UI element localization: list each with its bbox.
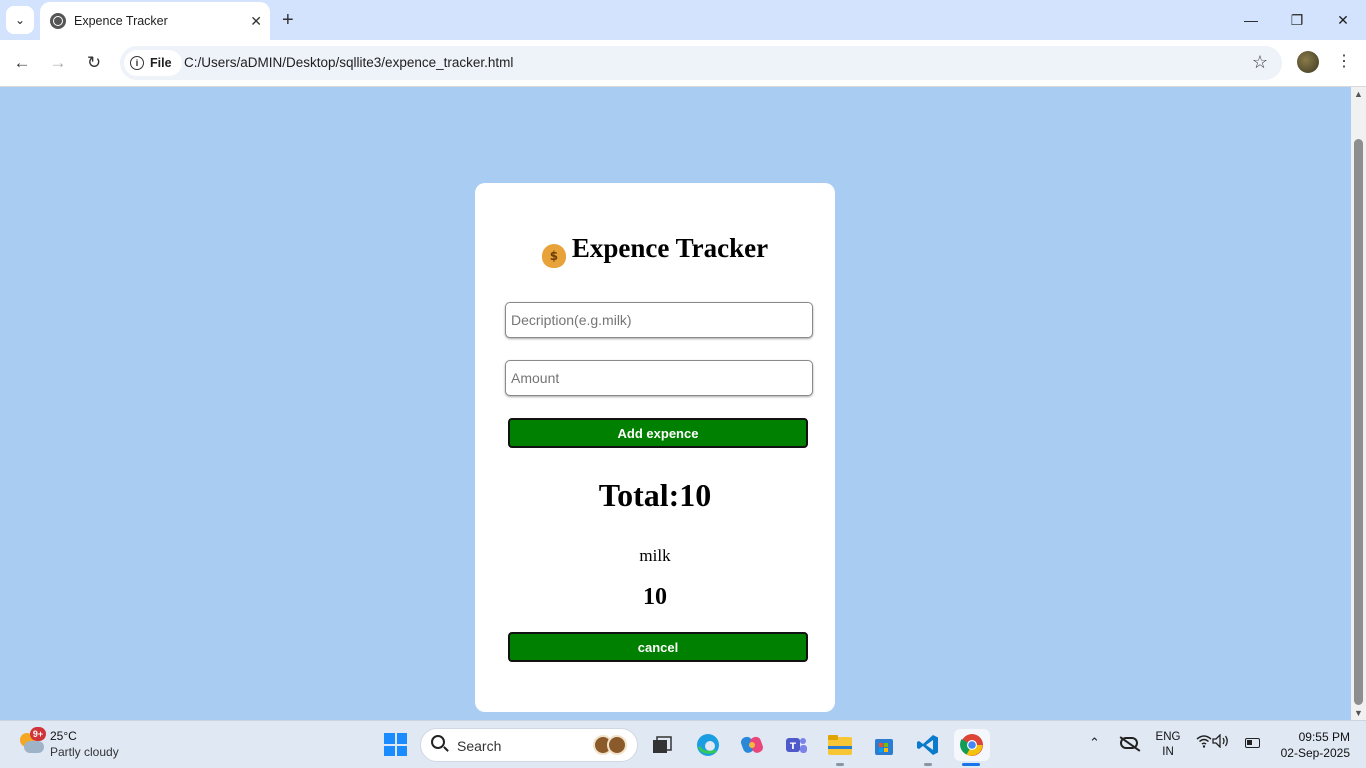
restore-button[interactable]: ❐	[1282, 8, 1312, 32]
clock-date[interactable]: 02-Sep-2025	[1276, 746, 1350, 760]
arrow-right-icon: →	[49, 53, 67, 72]
info-icon: i	[130, 56, 144, 70]
tab-search-button[interactable]: ⌄	[6, 6, 34, 34]
forward-button[interactable]: →	[46, 51, 70, 75]
tab-bar: ⌄ Expence Tracker ✕ + — ❐ ✕	[0, 0, 1366, 40]
address-bar[interactable]: i File C:/Users/aDMIN/Desktop/sqllite3/e…	[120, 46, 1282, 80]
lang-line2: IN	[1162, 746, 1174, 758]
chrome-icon[interactable]	[954, 729, 990, 761]
close-window-button[interactable]: ✕	[1328, 8, 1358, 32]
scroll-down-icon[interactable]: ▼	[1354, 708, 1363, 718]
chevron-down-icon: ⌄	[14, 13, 26, 27]
add-expence-button[interactable]: Add expence	[508, 418, 808, 448]
start-button[interactable]	[384, 733, 407, 756]
menu-kebab-icon[interactable]: ⋮	[1336, 51, 1352, 73]
search-label: Search	[457, 738, 502, 754]
scroll-thumb[interactable]	[1354, 139, 1363, 705]
battery-icon[interactable]	[1245, 738, 1260, 748]
url-text[interactable]: C:/Users/aDMIN/Desktop/sqllite3/expence_…	[184, 55, 513, 70]
coconut-icon	[593, 734, 629, 756]
volume-icon	[1212, 733, 1228, 749]
taskbar: 9+ 25°C Partly cloudy Search T ⌃ ENG IN …	[0, 720, 1366, 768]
description-input[interactable]	[505, 302, 813, 338]
vscode-indicator	[924, 763, 932, 766]
tab-expence-tracker[interactable]: Expence Tracker ✕	[40, 2, 270, 40]
reload-icon: ↻	[86, 53, 102, 72]
weather-condition: Partly cloudy	[50, 745, 119, 759]
copilot-icon[interactable]	[736, 729, 768, 761]
file-explorer-indicator	[836, 763, 844, 766]
edge-icon[interactable]	[692, 729, 724, 761]
chrome-indicator	[962, 763, 980, 766]
page-title-text: Expence Tracker	[571, 233, 769, 263]
amount-input[interactable]	[505, 360, 813, 396]
expense-amount: 10	[643, 584, 667, 610]
teams-icon[interactable]: T	[780, 729, 812, 761]
onedrive-off-icon[interactable]	[1120, 737, 1138, 749]
clock-time[interactable]: 09:55 PM	[1290, 730, 1350, 744]
language-indicator[interactable]: ENG IN	[1154, 730, 1182, 760]
cancel-button[interactable]: cancel	[508, 632, 808, 662]
arrow-left-icon: ←	[13, 53, 31, 72]
vscode-icon[interactable]	[912, 729, 944, 761]
minimize-button[interactable]: —	[1236, 8, 1266, 32]
weather-badge: 9+	[30, 727, 46, 741]
store-icon[interactable]	[868, 729, 900, 761]
page-scrollbar[interactable]: ▲ ▼	[1351, 87, 1366, 720]
close-tab-icon[interactable]: ✕	[250, 12, 262, 30]
wifi-icon	[1196, 735, 1212, 748]
site-chip-label: File	[150, 56, 172, 70]
browser-toolbar: ← → ↻ i File C:/Users/aDMIN/Desktop/sqll…	[0, 40, 1366, 87]
search-icon	[431, 735, 445, 749]
scroll-up-icon[interactable]: ▲	[1354, 89, 1363, 99]
lang-line1: ENG	[1155, 731, 1181, 743]
taskbar-search[interactable]: Search	[420, 728, 638, 762]
wifi-volume-icons[interactable]	[1196, 733, 1230, 751]
page-title: $ Expence Tracker	[475, 233, 835, 268]
svg-text:T: T	[790, 742, 797, 752]
weather-temperature: 25°C	[50, 729, 77, 743]
chevron-up-icon[interactable]: ⌃	[1089, 735, 1100, 751]
moneybag-icon: $	[541, 244, 566, 268]
total-label: Total:10	[598, 477, 712, 513]
expense-name: milk	[639, 546, 671, 565]
task-view-icon[interactable]	[646, 729, 678, 761]
reload-button[interactable]: ↻	[82, 51, 106, 75]
globe-icon	[50, 13, 66, 29]
new-tab-button[interactable]: +	[282, 9, 294, 31]
file-explorer-icon[interactable]	[824, 729, 856, 761]
site-info-chip[interactable]: i File	[124, 50, 182, 76]
profile-avatar[interactable]	[1297, 51, 1319, 73]
back-button[interactable]: ←	[10, 51, 34, 75]
expense-tracker-card: $Expence Tracker Add expence Total:10 mi…	[475, 183, 835, 712]
bookmark-star-icon[interactable]: ☆	[1252, 52, 1268, 73]
tab-title: Expence Tracker	[74, 14, 168, 28]
